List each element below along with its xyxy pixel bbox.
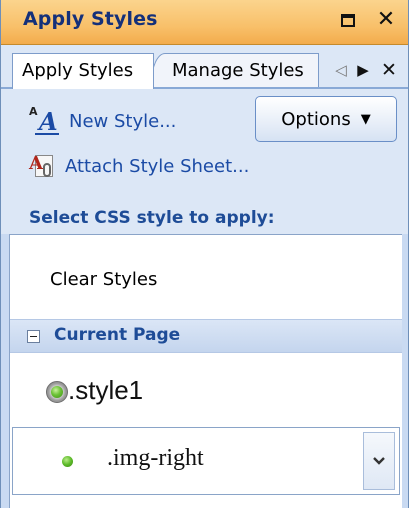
new-style-link[interactable]: A A New Style... xyxy=(29,105,177,136)
panel-title: Apply Styles xyxy=(23,8,158,30)
options-button-label: Options xyxy=(281,108,351,130)
options-button[interactable]: Options ▼ xyxy=(255,96,397,142)
group-label: Current Page xyxy=(54,325,181,345)
select-style-heading: Select CSS style to apply: xyxy=(29,208,275,228)
toolbar: A A New Style... Options ▼ A Attach Styl… xyxy=(1,89,408,234)
radio-selected-icon xyxy=(46,381,68,403)
close-panel-button[interactable]: ✕ xyxy=(374,5,398,35)
green-dot-icon xyxy=(62,456,73,467)
tab-apply-styles-label: Apply Styles xyxy=(22,60,134,81)
tab-manage-styles-label: Manage Styles xyxy=(172,60,304,81)
collapse-minus-icon[interactable] xyxy=(27,330,40,343)
attach-style-sheet-label: Attach Style Sheet... xyxy=(65,155,250,177)
panel-title-bar[interactable]: Apply Styles ✕ xyxy=(1,0,408,45)
attach-style-sheet-icon: A xyxy=(29,153,55,179)
tab-strip: Manage Styles Apply Styles ◁ ▶ ✕ xyxy=(1,45,408,89)
caret-down-icon: ▼ xyxy=(360,111,371,127)
style-dropdown-button[interactable] xyxy=(363,432,395,490)
new-style-label: New Style... xyxy=(69,110,177,132)
chevron-down-icon xyxy=(373,457,385,465)
scroll-tabs-left-icon[interactable]: ◁ xyxy=(334,59,348,81)
scroll-tabs-right-icon[interactable]: ▶ xyxy=(356,59,370,81)
clear-styles-item[interactable]: Clear Styles xyxy=(50,269,157,290)
style-item-selected[interactable]: .img-right xyxy=(12,427,400,495)
group-header-current-page[interactable]: Current Page xyxy=(10,319,402,353)
attach-style-sheet-link[interactable]: A Attach Style Sheet... xyxy=(29,153,249,179)
tab-apply-styles[interactable]: Apply Styles xyxy=(12,53,154,89)
maximize-icon[interactable] xyxy=(341,14,355,27)
css-style-list[interactable]: Clear Styles Current Page .style1 .img-r… xyxy=(9,234,402,508)
style-item[interactable]: .style1 xyxy=(10,367,402,415)
close-tab-button[interactable]: ✕ xyxy=(378,59,400,81)
new-style-icon: A A xyxy=(29,105,59,136)
tab-manage-styles[interactable]: Manage Styles xyxy=(151,53,319,87)
style-item-name: .style1 xyxy=(68,375,144,405)
style-item-name: .img-right xyxy=(107,445,204,471)
apply-styles-panel: Apply Styles ✕ Manage Styles Apply Style… xyxy=(0,0,409,508)
